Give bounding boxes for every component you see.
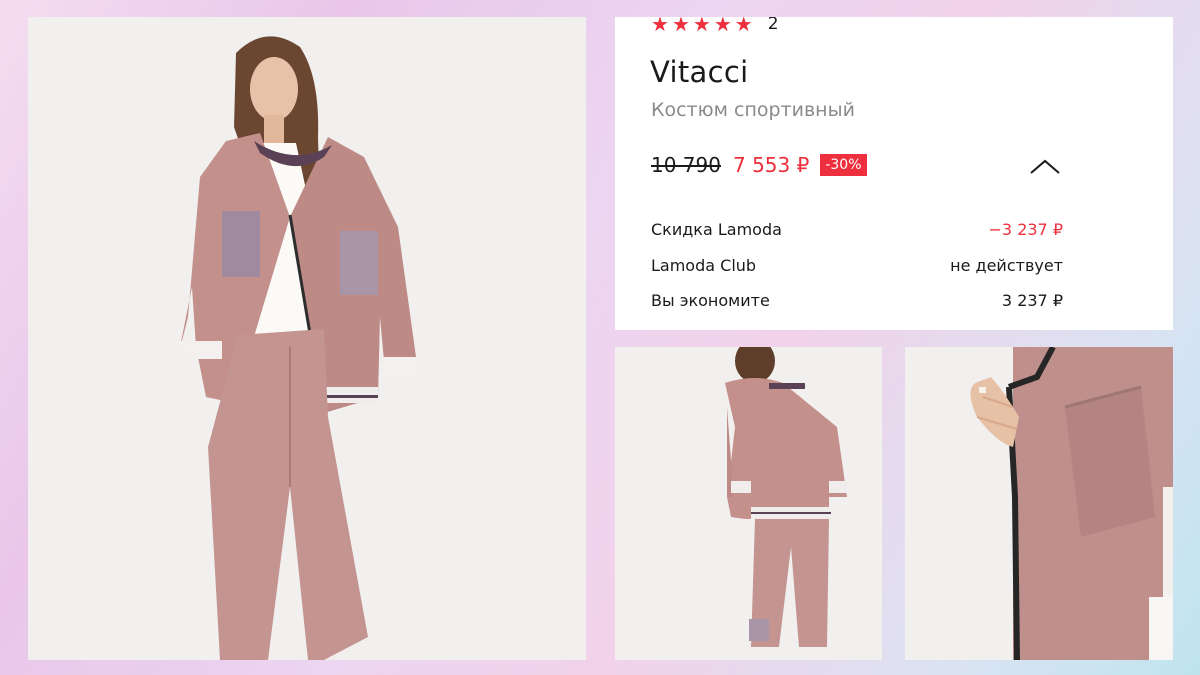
- price-detail-value: −3 237 ₽: [988, 220, 1063, 239]
- price-detail-value: не действует: [950, 256, 1063, 275]
- price-detail-row: Скидка Lamoda −3 237 ₽: [651, 220, 1063, 239]
- product-photo-detail[interactable]: [905, 347, 1173, 660]
- star-icon: ★: [671, 17, 690, 36]
- chevron-up-icon: [1030, 159, 1060, 174]
- current-price: 7 553 ₽: [732, 153, 810, 177]
- brand-name[interactable]: Vitacci: [650, 55, 748, 89]
- price-detail-label: Скидка Lamoda: [651, 220, 782, 239]
- price-detail-row: Lamoda Club не действует: [651, 256, 1063, 275]
- star-icon: ★: [713, 17, 732, 36]
- price-detail-label: Lamoda Club: [651, 256, 757, 275]
- jacket-detail-illustration: [905, 347, 1173, 660]
- price-detail-row: Вы экономите 3 237 ₽: [651, 291, 1063, 310]
- product-photo-back[interactable]: [615, 347, 882, 660]
- rating-count[interactable]: 2: [768, 17, 779, 34]
- price-detail-label: Вы экономите: [651, 291, 770, 310]
- price-row: 10 790 7 553 ₽ -30%: [651, 153, 867, 177]
- product-photo-main[interactable]: [28, 17, 586, 660]
- model-back-illustration: [615, 347, 882, 660]
- price-detail-value: 3 237 ₽: [1001, 291, 1063, 310]
- old-price: 10 790: [651, 153, 721, 177]
- model-front-illustration: [28, 17, 586, 660]
- product-rating[interactable]: ★ ★ ★ ★ ★ 2: [651, 17, 779, 34]
- price-details-toggle[interactable]: [1027, 155, 1063, 179]
- star-icon: ★: [734, 17, 753, 36]
- star-icon: ★: [692, 17, 711, 36]
- product-type: Костюм спортивный: [651, 99, 855, 121]
- product-info-card: ★ ★ ★ ★ ★ 2 Vitacci Костюм спортивный 10…: [615, 17, 1173, 330]
- star-icon: ★: [651, 17, 669, 36]
- discount-badge: -30%: [820, 154, 867, 176]
